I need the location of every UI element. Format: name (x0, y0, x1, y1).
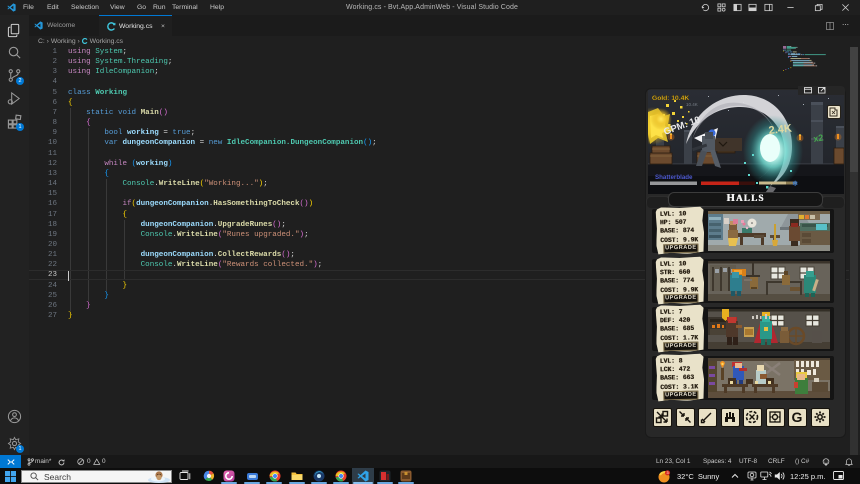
svg-text:2.4K: 2.4K (768, 123, 792, 137)
svg-text:3: 3 (666, 471, 668, 475)
svg-text:10.4K: 10.4K (686, 102, 698, 107)
svg-text:Shatterblade: Shatterblade (655, 174, 693, 181)
svg-text:x2: x2 (813, 132, 825, 144)
svg-text:❄: ❄ (792, 179, 798, 188)
svg-text:Gold: 10.4K: Gold: 10.4K (652, 95, 689, 102)
